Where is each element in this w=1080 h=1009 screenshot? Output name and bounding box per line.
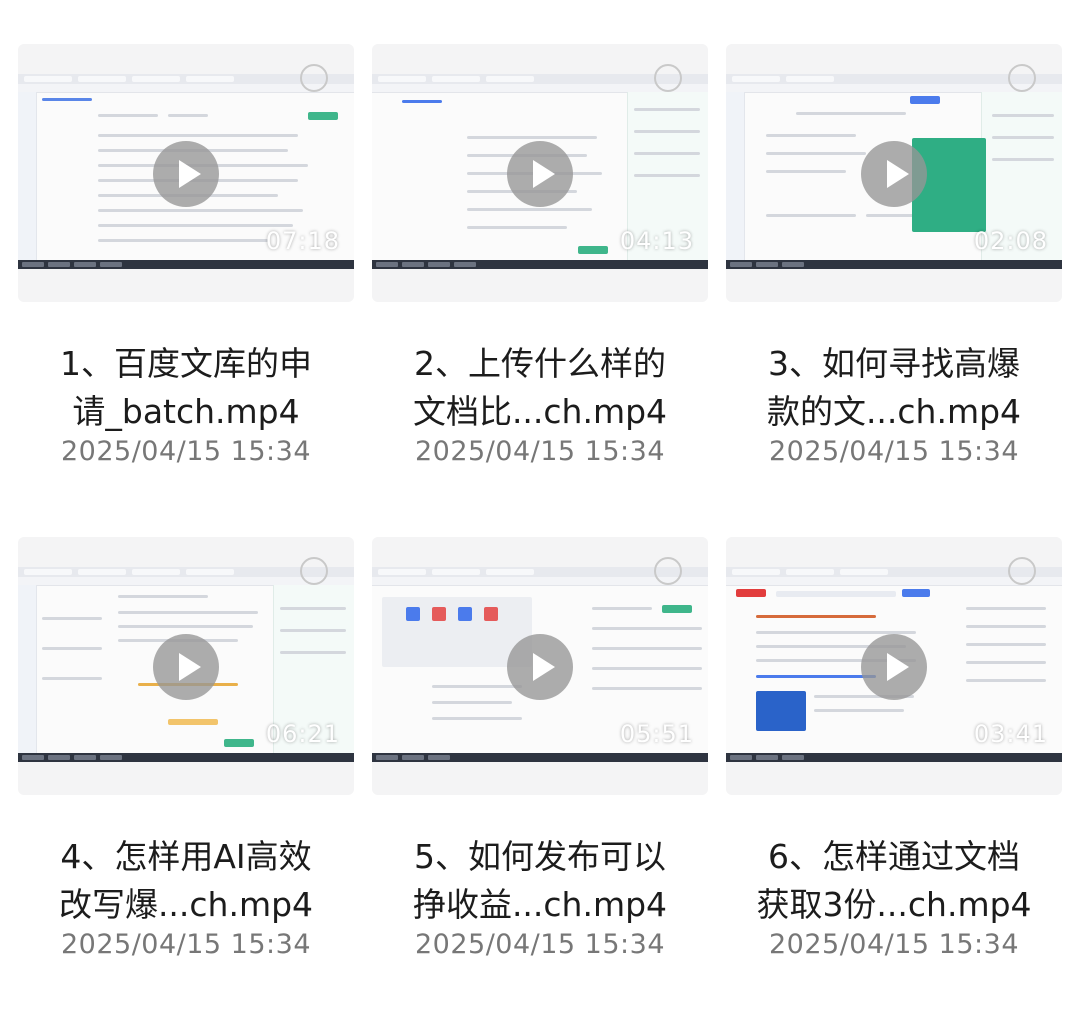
video-tile-6[interactable]: 03:41 6、怎样通过文档 获取3份...ch.mp4 2025/04/15 …	[726, 537, 1062, 960]
record-circle-icon	[1008, 557, 1036, 585]
video-title[interactable]: 4、怎样用AI高效 改写爆...ch.mp4	[18, 833, 354, 929]
record-circle-icon	[300, 64, 328, 92]
video-date: 2025/04/15 15:34	[60, 436, 311, 467]
video-thumbnail[interactable]: 02:08	[726, 44, 1062, 302]
video-thumbnail[interactable]: 05:51	[372, 537, 708, 795]
video-thumbnail[interactable]: 07:18	[18, 44, 354, 302]
video-title[interactable]: 6、怎样通过文档 获取3份...ch.mp4	[726, 833, 1062, 929]
video-duration: 07:18	[265, 227, 340, 255]
video-duration: 02:08	[973, 227, 1048, 255]
video-duration: 05:51	[619, 720, 694, 748]
play-icon[interactable]	[153, 141, 219, 207]
video-tile-3[interactable]: 02:08 3、如何寻找高爆 款的文...ch.mp4 2025/04/15 1…	[726, 44, 1062, 467]
video-duration: 04:13	[619, 227, 694, 255]
video-title[interactable]: 5、如何发布可以 挣收益...ch.mp4	[372, 833, 708, 929]
play-icon[interactable]	[153, 634, 219, 700]
video-tile-1[interactable]: 07:18 1、百度文库的申 请_batch.mp4 2025/04/15 15…	[18, 44, 354, 467]
video-title[interactable]: 2、上传什么样的 文档比...ch.mp4	[372, 340, 708, 436]
video-title[interactable]: 3、如何寻找高爆 款的文...ch.mp4	[726, 340, 1062, 436]
record-circle-icon	[654, 64, 682, 92]
video-thumbnail[interactable]: 03:41	[726, 537, 1062, 795]
record-circle-icon	[1008, 64, 1036, 92]
video-date: 2025/04/15 15:34	[414, 929, 665, 960]
video-duration: 03:41	[973, 720, 1048, 748]
play-icon[interactable]	[507, 141, 573, 207]
video-title[interactable]: 1、百度文库的申 请_batch.mp4	[18, 340, 354, 436]
video-tile-5[interactable]: 05:51 5、如何发布可以 挣收益...ch.mp4 2025/04/15 1…	[372, 537, 708, 960]
video-date: 2025/04/15 15:34	[768, 436, 1019, 467]
video-thumbnail[interactable]: 06:21	[18, 537, 354, 795]
record-circle-icon	[654, 557, 682, 585]
play-icon[interactable]	[861, 141, 927, 207]
video-thumbnail[interactable]: 04:13	[372, 44, 708, 302]
video-tile-4[interactable]: 06:21 4、怎样用AI高效 改写爆...ch.mp4 2025/04/15 …	[18, 537, 354, 960]
play-icon[interactable]	[507, 634, 573, 700]
video-date: 2025/04/15 15:34	[414, 436, 665, 467]
record-circle-icon	[300, 557, 328, 585]
video-tile-2[interactable]: 04:13 2、上传什么样的 文档比...ch.mp4 2025/04/15 1…	[372, 44, 708, 467]
video-date: 2025/04/15 15:34	[60, 929, 311, 960]
play-icon[interactable]	[861, 634, 927, 700]
video-duration: 06:21	[265, 720, 340, 748]
video-date: 2025/04/15 15:34	[768, 929, 1019, 960]
